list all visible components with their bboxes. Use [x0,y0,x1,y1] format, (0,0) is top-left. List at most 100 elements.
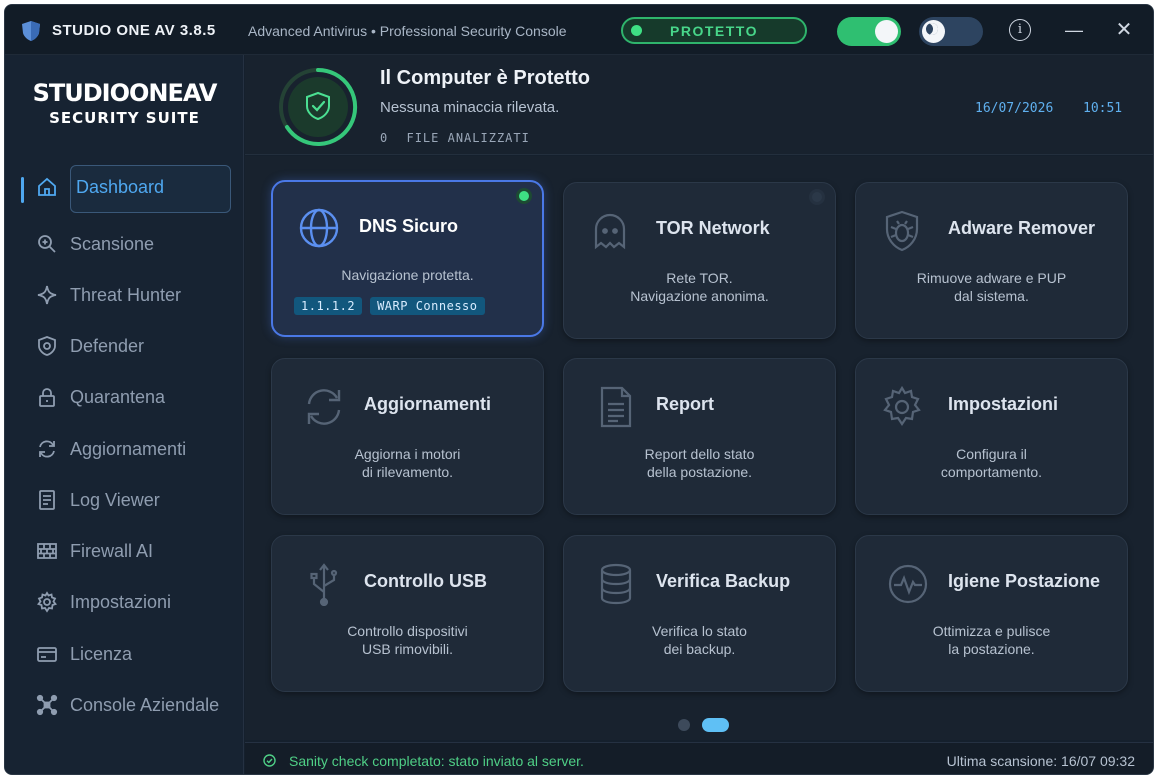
sidebar: STUDIOONEAV SECURITY SUITE Dashboard Sca… [5,55,244,774]
card-description: Configura il comportamento. [940,446,1043,480]
card-impostazioni[interactable]: Impostazioni Configura il comportamento. [855,358,1128,515]
warp-status-badge: WARP Connesso [370,297,485,315]
title-bar: STUDIO ONE AV 3.8.5 Advanced Antivirus •… [5,5,1153,55]
pulse-icon [888,564,928,604]
dashboard-cards: DNS Sicuro Navigazione protetta. 1.1.1.2… [245,156,1153,740]
inactive-status-dot [809,189,825,205]
active-status-dot [516,188,532,204]
card-tor-network[interactable]: TOR Network Rete TOR. Navigazione anonim… [563,182,836,339]
sidebar-item-label: Scansione [70,233,155,254]
page-dot-2-active[interactable] [702,718,729,732]
card-title: Report [656,394,714,414]
report-icon [600,386,632,428]
brand-name: STUDIOONEAV [32,79,218,107]
card-description: Verifica lo stato dei backup. [652,623,747,657]
page-title: Il Computer è Protetto [380,67,591,89]
bug-shield-icon [885,210,919,252]
sidebar-item-scansione[interactable]: Scansione [5,222,244,266]
page-subtitle: Nessuna minaccia rilevata. [380,99,560,116]
document-icon [35,488,59,512]
sidebar-item-log-viewer[interactable]: Log Viewer [5,478,244,522]
sidebar-item-quarantena[interactable]: Quarantena [5,375,244,419]
card-dns-sicuro[interactable]: DNS Sicuro Navigazione protetta. 1.1.1.2… [271,180,544,337]
active-indicator [21,177,24,203]
card-title: Aggiornamenti [364,394,492,414]
protection-status-pill: PROTETTO [621,17,807,44]
refresh-icon [35,437,59,461]
sidebar-item-licenza[interactable]: Licenza [5,632,244,676]
brand-logo: STUDIOONEAV SECURITY SUITE [5,79,244,127]
sidebar-item-label: Log Viewer [70,489,160,510]
sidebar-item-label: Licenza [70,643,133,664]
status-dot-icon [631,25,642,36]
dns-server-badge: 1.1.1.2 [294,297,363,315]
current-time: 10:51 [1083,101,1123,116]
search-icon [35,232,59,256]
theme-toggle[interactable] [919,17,983,46]
sidebar-item-label: Console Aziendale [70,694,220,715]
sparkle-icon [35,283,59,307]
shield-icon [35,334,59,358]
files-scanned-label: FILE ANALIZZATI [406,131,530,145]
sidebar-item-console-aziendale[interactable]: Console Aziendale [5,683,244,727]
protection-toggle[interactable] [837,17,901,46]
card-title: Verifica Backup [656,571,791,591]
protection-status-label: PROTETTO [670,22,758,39]
firewall-icon [35,539,59,563]
card-description: Rete TOR. Navigazione anonima. [630,270,769,304]
protection-ring-icon [279,67,358,146]
sidebar-item-aggiornamenti[interactable]: Aggiornamenti [5,427,244,471]
sidebar-item-label: Aggiornamenti [70,438,187,459]
card-title: Impostazioni [948,394,1059,414]
gear-icon [883,385,921,426]
card-title: DNS Sicuro [359,216,459,236]
files-scanned-count: 0 [380,131,389,145]
card-title: Controllo USB [364,571,487,591]
status-header: Il Computer è Protetto Nessuna minaccia … [245,55,1153,155]
check-circle-icon [263,754,276,767]
sidebar-item-threat-hunter[interactable]: Threat Hunter [5,273,244,317]
close-button[interactable]: ✕ [1113,19,1135,41]
dns-badges: 1.1.1.2 WARP Connesso [294,297,485,315]
card-icon [35,642,59,666]
app-name: STUDIO ONE AV 3.8.5 [52,22,216,39]
last-scan-time: Ultima scansione: 16/07 09:32 [946,753,1135,769]
files-scanned: 0 FILE ANALIZZATI [380,131,540,145]
card-description: Rimuove adware e PUP dal sistema. [916,270,1067,304]
card-description: Aggiorna i motori di rilevamento. [354,446,461,480]
sidebar-item-firewall-ai[interactable]: Firewall AI [5,529,244,573]
card-controllo-usb[interactable]: Controllo USB Controllo dispositivi USB … [271,535,544,692]
card-adware-remover[interactable]: Adware Remover Rimuove adware e PUP dal … [855,182,1128,339]
sidebar-item-dashboard[interactable]: Dashboard [5,165,244,213]
card-report[interactable]: Report Report dello stato della postazio… [563,358,836,515]
app-window: STUDIO ONE AV 3.8.5 Advanced Antivirus •… [4,4,1154,775]
card-title: Adware Remover [948,218,1096,238]
minimize-button[interactable]: — [1063,19,1085,41]
page-dot-1[interactable] [678,719,690,731]
database-icon [600,563,632,605]
sidebar-item-label: Impostazioni [70,591,172,612]
refresh-icon [307,389,341,425]
toggle-knob [875,20,898,43]
lock-icon [35,385,59,409]
card-verifica-backup[interactable]: Verifica Backup Verifica lo stato dei ba… [563,535,836,692]
moon-icon [926,23,938,35]
info-button[interactable]: i [1009,19,1031,41]
sidebar-item-defender[interactable]: Defender [5,324,244,368]
ghost-icon [594,213,626,250]
card-aggiornamenti[interactable]: Aggiornamenti Aggiorna i motori di rilev… [271,358,544,515]
network-icon [35,693,59,717]
home-icon [35,175,59,199]
sidebar-item-label: Firewall AI [70,540,154,561]
card-description: Navigazione protetta. [341,267,474,283]
card-title: TOR Network [656,218,770,238]
card-description: Controllo dispositivi USB rimovibili. [347,623,468,657]
card-igiene-postazione[interactable]: Igiene Postazione Ottimizza e pulisce la… [855,535,1128,692]
globe-icon [299,208,339,248]
status-bar: Sanity check completato: stato inviato a… [245,742,1153,774]
sidebar-item-impostazioni[interactable]: Impostazioni [5,580,244,624]
sidebar-item-label: Dashboard [76,176,165,197]
card-description: Report dello stato della postazione. [644,446,755,480]
status-message: Sanity check completato: stato inviato a… [289,753,584,769]
brand-tagline: SECURITY SUITE [49,109,200,127]
